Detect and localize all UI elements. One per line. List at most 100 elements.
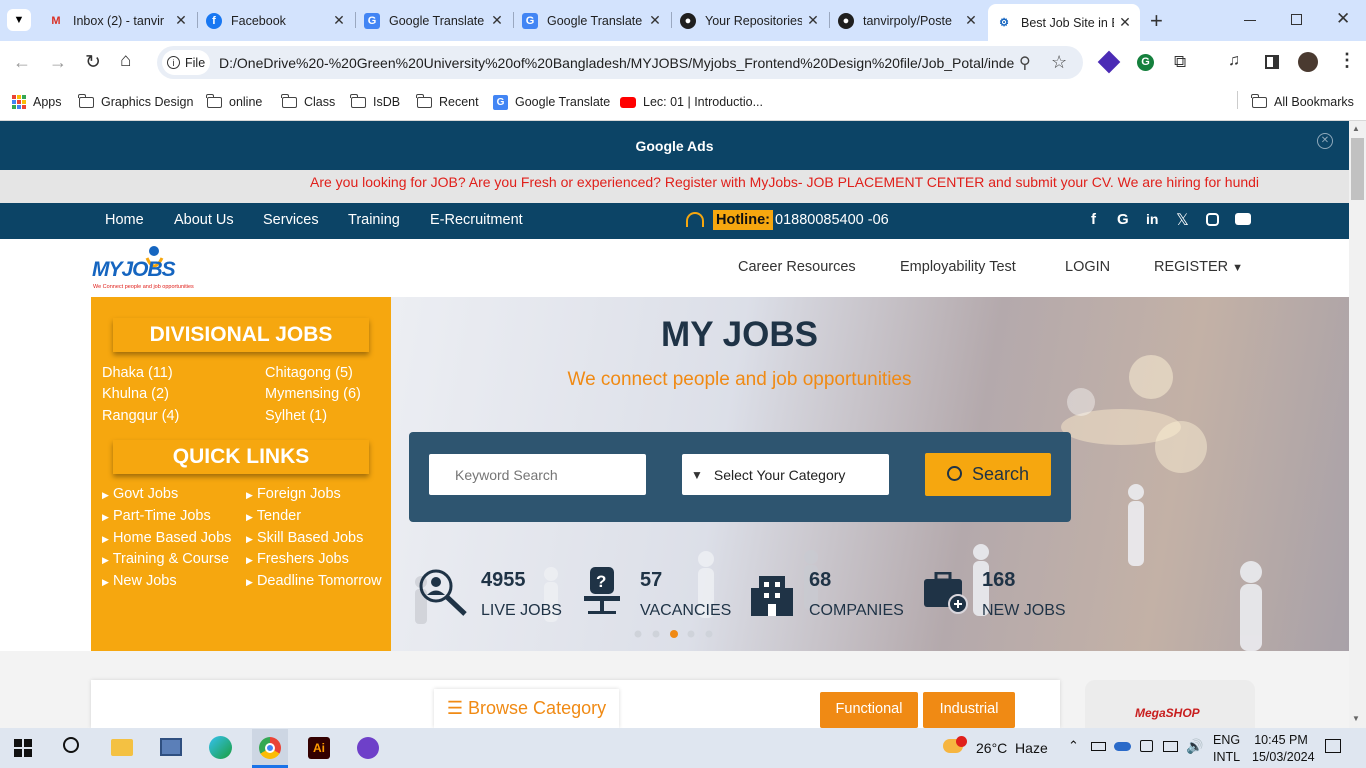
quick-link[interactable]: ▶ Training & Course [102, 551, 229, 567]
windows-start-icon[interactable] [14, 739, 32, 757]
division-link[interactable]: Chitagong (5) [265, 365, 353, 381]
division-link[interactable]: Mymensing (6) [265, 386, 361, 402]
close-icon[interactable]: ✕ [1118, 14, 1132, 31]
nav-services[interactable]: Services [263, 212, 319, 228]
x-icon[interactable]: 𝕏 [1176, 210, 1189, 230]
restore-button[interactable] [1291, 14, 1302, 25]
bookmark-folder[interactable]: Graphics Design [78, 92, 193, 112]
quick-link[interactable]: ▶ New Jobs [102, 573, 177, 589]
page-scrollbar[interactable] [1349, 121, 1366, 728]
linkedin-icon[interactable]: in [1146, 211, 1158, 227]
browser-tab[interactable]: M Inbox (2) - tanvir ✕ [48, 6, 188, 35]
edge-icon[interactable] [209, 736, 232, 759]
quick-link[interactable]: ▶ Deadline Tomorrow [246, 573, 382, 589]
url-text[interactable]: D:/OneDrive%20-%20Green%20University%20o… [219, 55, 1014, 71]
weather-text[interactable]: 26°C Haze [976, 740, 1048, 756]
back-button[interactable]: ← [13, 52, 31, 73]
scroll-thumb[interactable] [1351, 138, 1364, 200]
browser-tab[interactable]: f Facebook ✕ [206, 6, 346, 35]
tab-search-button[interactable]: ▼ [7, 9, 31, 31]
browser-tab[interactable]: ● tanvirpoly/Poste ✕ [838, 6, 978, 35]
reload-button[interactable]: ↻ [85, 51, 101, 74]
app-window-icon[interactable] [160, 738, 182, 756]
close-icon[interactable]: ✕ [174, 12, 188, 29]
quick-link[interactable]: ▶ Foreign Jobs [246, 486, 341, 502]
new-tab-button[interactable]: + [1150, 8, 1163, 34]
search-icon[interactable] [63, 737, 79, 753]
functional-tab-button[interactable]: Functional [820, 692, 918, 728]
youtube-icon[interactable] [1235, 213, 1251, 225]
search-button[interactable]: Search [925, 453, 1051, 496]
bookmark-folder[interactable]: IsDB [350, 92, 400, 112]
extensions-puzzle-icon[interactable]: ⧉ [1174, 52, 1186, 72]
minimize-button[interactable] [1244, 20, 1256, 21]
bookmark-google-translate[interactable]: G Google Translate [493, 92, 610, 112]
menu-icon[interactable]: ⋮ [1338, 50, 1356, 71]
grammarly-icon[interactable]: G [1137, 54, 1154, 71]
megashop-ad-card[interactable]: MegaSHOP [1085, 680, 1255, 728]
nav-training[interactable]: Training [348, 212, 400, 228]
github-desktop-icon[interactable] [357, 737, 379, 759]
scroll-down-arrow[interactable]: ▼ [1352, 714, 1360, 723]
language-indicator[interactable]: ENG INTL [1213, 732, 1240, 766]
bookmark-folder[interactable]: Recent [416, 92, 479, 112]
industrial-tab-button[interactable]: Industrial [923, 692, 1015, 728]
division-link[interactable]: Sylhet (1) [265, 408, 327, 424]
profile-avatar[interactable] [1298, 52, 1318, 72]
close-icon[interactable]: ✕ [964, 12, 978, 29]
side-panel-icon[interactable] [1265, 55, 1279, 69]
chrome-icon[interactable] [259, 737, 281, 759]
browser-tab[interactable]: G Google Translate ✕ [364, 6, 504, 35]
site-info-chip[interactable]: i File [162, 50, 210, 75]
instagram-icon[interactable] [1206, 213, 1219, 226]
division-link[interactable]: Dhaka (11) [102, 365, 173, 381]
register-link[interactable]: REGISTER ▼ [1154, 259, 1243, 275]
myjobs-logo[interactable]: MYJOBS We Connect people and job opportu… [92, 244, 217, 292]
employability-test-link[interactable]: Employability Test [900, 259, 1016, 275]
google-icon[interactable]: G [1117, 211, 1129, 228]
login-link[interactable]: LOGIN [1065, 259, 1110, 275]
bookmark-youtube[interactable]: Lec: 01 | Introductio... [620, 92, 763, 112]
nav-about-us[interactable]: About Us [174, 212, 234, 228]
quick-link[interactable]: ▶ Freshers Jobs [246, 551, 349, 567]
close-icon[interactable]: ✕ [332, 12, 346, 29]
file-explorer-icon[interactable] [111, 739, 133, 756]
hotline-number[interactable]: 01880085400 -06 [775, 212, 889, 228]
category-select[interactable]: ▼ Select Your Category [682, 454, 889, 495]
forward-button[interactable]: → [49, 52, 67, 73]
quick-link[interactable]: ▶ Govt Jobs [102, 486, 178, 502]
bookmark-star-icon[interactable]: ☆ [1051, 52, 1067, 73]
close-window-button[interactable]: ✕ [1336, 9, 1350, 29]
quick-link[interactable]: ▶ Part-Time Jobs [102, 508, 211, 524]
quick-link[interactable]: ▶ Home Based Jobs [102, 530, 231, 546]
close-icon[interactable]: ✕ [806, 12, 820, 29]
notifications-icon[interactable] [1325, 739, 1341, 753]
browser-tab[interactable]: ● Your Repositories ✕ [680, 6, 820, 35]
nav-e-recruitment[interactable]: E-Recruitment [430, 212, 523, 228]
show-hidden-icons[interactable]: ⌃ [1068, 738, 1079, 754]
browse-category-tab[interactable]: ☰ Browse Category [434, 689, 619, 728]
bookmark-folder[interactable]: Class [281, 92, 335, 112]
bookmark-folder[interactable]: online [206, 92, 262, 112]
close-icon[interactable]: ✕ [648, 12, 662, 29]
home-button[interactable]: ⌂ [120, 50, 131, 72]
clock[interactable]: 10:45 PM 15/03/2024 [1252, 732, 1315, 766]
browser-tab[interactable]: G Google Translate ✕ [522, 6, 662, 35]
browser-tab-active[interactable]: ⚙ Best Job Site in B ✕ [988, 4, 1140, 41]
zoom-icon[interactable]: ⚲ [1019, 53, 1031, 73]
volume-icon[interactable]: 🔊 [1186, 738, 1203, 755]
division-link[interactable]: Rangqur (4) [102, 408, 179, 424]
facebook-icon[interactable]: f [1091, 211, 1096, 228]
scroll-up-arrow[interactable]: ▲ [1352, 124, 1360, 133]
all-bookmarks[interactable]: All Bookmarks [1251, 92, 1354, 112]
media-control-icon[interactable]: ♫ [1228, 52, 1240, 70]
close-ad-icon[interactable]: ✕ [1317, 133, 1333, 149]
close-icon[interactable]: ✕ [490, 12, 504, 29]
division-link[interactable]: Khulna (2) [102, 386, 169, 402]
keyword-search-input[interactable] [429, 454, 646, 495]
bookmark-apps[interactable]: Apps [12, 92, 62, 112]
quick-link[interactable]: ▶ Skill Based Jobs [246, 530, 363, 546]
career-resources-link[interactable]: Career Resources [738, 259, 856, 275]
nav-home[interactable]: Home [105, 212, 144, 228]
quick-link[interactable]: ▶ Tender [246, 508, 301, 524]
